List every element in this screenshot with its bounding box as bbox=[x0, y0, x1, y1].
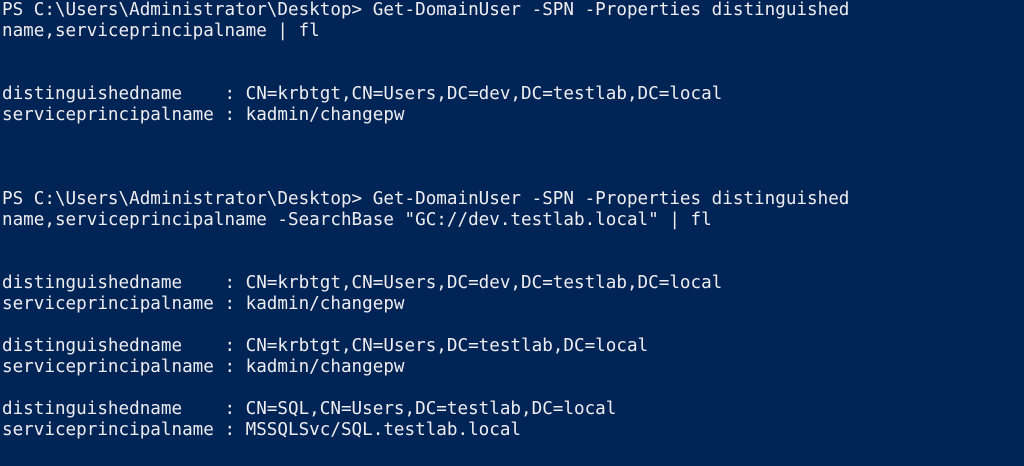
console-line-output-dn: distinguishedname : CN=krbtgt,CN=Users,D… bbox=[2, 273, 723, 293]
console-line-output-dn: distinguishedname : CN=SQL,CN=Users,DC=t… bbox=[2, 399, 617, 419]
console-line-prompt-1: PS C:\Users\Administrator\Desktop> Get-D… bbox=[2, 0, 850, 20]
console-line-prompt-2: PS C:\Users\Administrator\Desktop> Get-D… bbox=[2, 189, 850, 209]
console-line-output-spn: serviceprincipalname : kadmin/changepw bbox=[2, 357, 405, 377]
console-line-output-spn: serviceprincipalname : kadmin/changepw bbox=[2, 294, 405, 314]
console-line-output-spn: serviceprincipalname : kadmin/changepw bbox=[2, 105, 405, 125]
console-line-prompt-1-wrap: name,serviceprincipalname | fl bbox=[2, 21, 320, 41]
powershell-console[interactable]: PS C:\Users\Administrator\Desktop> Get-D… bbox=[0, 0, 1024, 466]
console-line-output-dn: distinguishedname : CN=krbtgt,CN=Users,D… bbox=[2, 84, 723, 104]
console-line-output-spn: serviceprincipalname : MSSQLSvc/SQL.test… bbox=[2, 420, 522, 440]
console-line-prompt-2-wrap: name,serviceprincipalname -SearchBase "G… bbox=[2, 210, 712, 230]
console-line-output-dn: distinguishedname : CN=krbtgt,CN=Users,D… bbox=[2, 336, 649, 356]
